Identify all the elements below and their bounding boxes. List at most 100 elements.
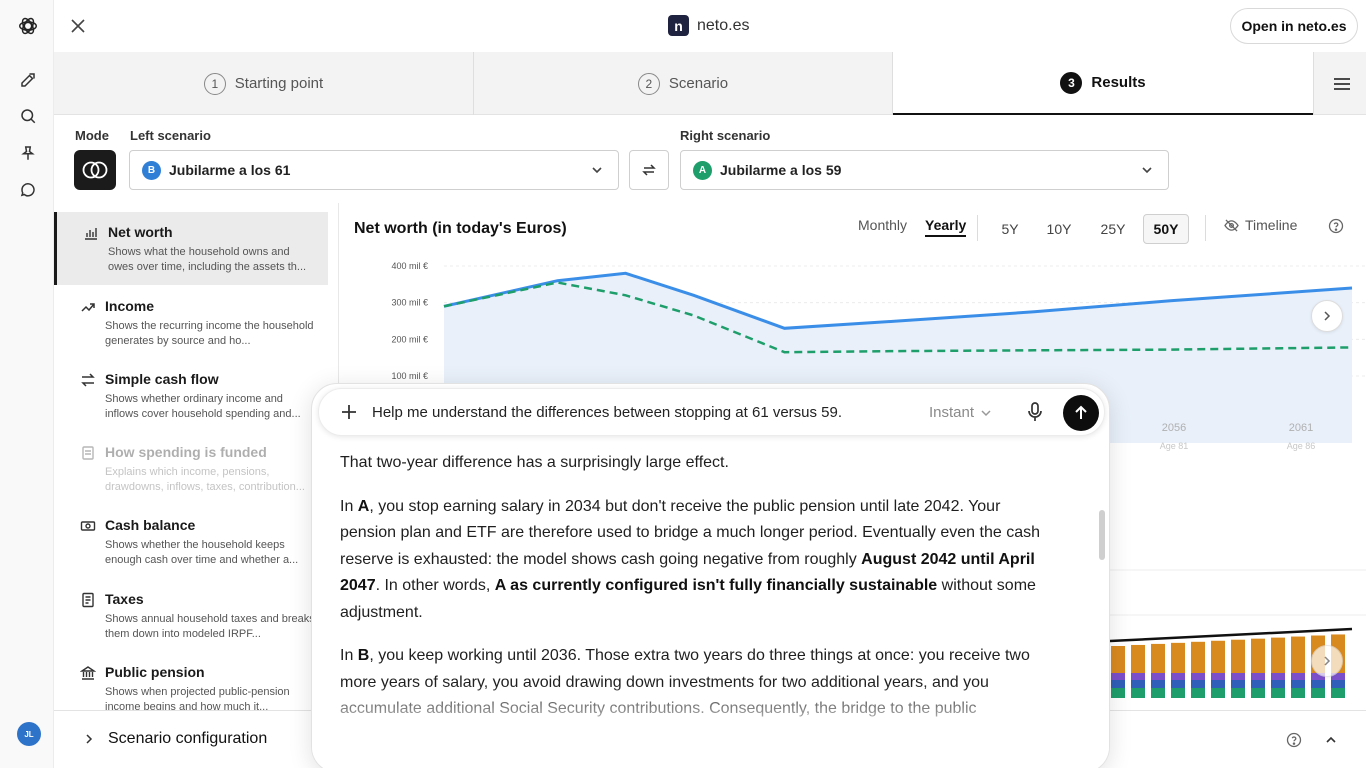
new-chat-icon[interactable] (14, 66, 42, 94)
stacked-bar-segment (1251, 673, 1265, 680)
scenario-configuration-toggle[interactable]: Scenario configuration (84, 730, 267, 748)
metric-title: How spending is funded (105, 444, 267, 460)
open-in-site-button[interactable]: Open in neto.es (1230, 8, 1358, 44)
stacked-bar-segment (1291, 680, 1305, 688)
stacked-bar-segment (1251, 680, 1265, 688)
arrow-up-icon (1075, 405, 1087, 419)
y-tick-label: 300 mil € (391, 298, 428, 308)
y-tick-label: 200 mil € (391, 334, 428, 344)
answer-paragraph-1: That two-year difference has a surprisin… (340, 454, 729, 471)
stacked-bar-segment (1271, 673, 1285, 680)
stacked-bar-segment (1171, 688, 1185, 698)
metric-title: Taxes (105, 591, 144, 607)
stacked-bar-segment (1291, 673, 1305, 680)
mode-compare-button[interactable] (74, 150, 116, 190)
step-number: 3 (1060, 71, 1083, 94)
overlap-circles-icon (82, 161, 108, 179)
left-scenario-select[interactable]: B Jubilarme a los 61 (129, 150, 619, 190)
send-button[interactable] (1063, 395, 1099, 431)
chart-next-button-lower[interactable] (1311, 645, 1343, 677)
stacked-bar-segment (1331, 688, 1345, 698)
chevron-right-icon (1324, 311, 1331, 321)
chevron-down-icon (1142, 167, 1152, 174)
stacked-bar-segment (1311, 688, 1325, 698)
help-icon[interactable] (1286, 732, 1302, 748)
stacked-bar-segment (1231, 673, 1245, 680)
metric-title: Net worth (108, 224, 173, 240)
step-scenario[interactable]: 2 Scenario (474, 52, 892, 115)
chat-scrollbar[interactable] (1099, 510, 1105, 560)
metric-desc: Shows what the household owns and owes o… (108, 246, 307, 273)
metric-title: Public pension (105, 664, 205, 680)
model-mode-select[interactable]: Instant (929, 404, 992, 421)
stacked-bar-segment (1271, 637, 1285, 673)
mode-label: Mode (75, 128, 109, 143)
answer-text: . In other words, (375, 577, 495, 594)
metric-how-spending-is-funded[interactable]: How spending is funded Explains which in… (54, 432, 328, 505)
brand-name: neto.es (697, 16, 750, 34)
step-starting-point[interactable]: 1 Starting point (54, 52, 473, 115)
search-icon[interactable] (14, 102, 42, 130)
stacked-bar-segment (1131, 680, 1145, 688)
stacked-bar-segment (1211, 673, 1225, 680)
chat-bubble-icon[interactable] (14, 176, 42, 204)
metric-title: Income (105, 298, 155, 314)
prompt-text[interactable]: Help me understand the differences betwe… (372, 404, 842, 421)
pin-icon[interactable] (14, 139, 42, 167)
swap-arrows-icon (642, 164, 656, 176)
chevron-up-icon[interactable] (1325, 734, 1337, 746)
chevron-right-icon (1324, 656, 1331, 666)
stacked-bar-segment (1271, 688, 1285, 698)
metric-public-pension[interactable]: Public pension Shows when projected publ… (54, 652, 328, 710)
stacked-bar-segment (1271, 680, 1285, 688)
step-label: Results (1091, 74, 1146, 91)
stacked-bar-segment (1211, 688, 1225, 698)
stacked-bar-segment (1131, 688, 1145, 698)
stacked-bar-segment (1171, 673, 1185, 680)
left-rail: JL (0, 0, 54, 768)
metric-net-worth[interactable]: Net worth Shows what the household owns … (54, 212, 328, 285)
top-bar: n neto.es Open in neto.es (54, 0, 1366, 52)
chat-composer[interactable]: Help me understand the differences betwe… (318, 388, 1105, 436)
metric-simple-cash-flow[interactable]: Simple cash flow Shows whether ordinary … (54, 359, 328, 432)
right-scenario-select[interactable]: A Jubilarme a los 59 (680, 150, 1169, 190)
metric-title: Simple cash flow (105, 371, 219, 387)
answer-text: In (340, 647, 358, 664)
user-avatar[interactable]: JL (17, 722, 41, 746)
chart-next-button[interactable] (1311, 300, 1343, 332)
bank-icon (80, 666, 96, 680)
hamburger-menu-icon[interactable] (1330, 72, 1354, 96)
stacked-bar-segment (1151, 673, 1165, 680)
scenario-configuration-label: Scenario configuration (108, 730, 268, 747)
openai-logo-icon[interactable] (14, 12, 42, 40)
metric-taxes[interactable]: Taxes Shows annual household taxes and b… (54, 579, 328, 652)
step-results[interactable]: 3 Results (893, 52, 1313, 115)
stacked-bar-segment (1191, 688, 1205, 698)
swap-arrows-icon (81, 373, 95, 387)
app-window: JL n neto.es Open in neto.es 1 Starting … (0, 0, 1366, 768)
stacked-bar-segment (1191, 673, 1205, 680)
close-icon[interactable] (66, 14, 90, 38)
plus-icon[interactable] (338, 401, 360, 423)
answer-text: In (340, 497, 358, 515)
stacked-bar-segment (1151, 688, 1165, 698)
scenario-badge-b: B (142, 160, 161, 180)
microphone-icon[interactable] (1024, 401, 1046, 423)
stacked-bar-segment (1251, 688, 1265, 698)
stacked-bar-segment (1171, 680, 1185, 688)
stacked-bar-segment (1291, 636, 1305, 673)
answer-bold: A (357, 497, 370, 515)
metric-desc: Shows the recurring income the household… (105, 320, 314, 347)
metric-income[interactable]: Income Shows the recurring income the ho… (54, 286, 328, 359)
swap-scenarios-button[interactable] (629, 150, 669, 190)
metric-desc: Shows annual household taxes and breaks … (105, 613, 315, 640)
stacked-bar-segment (1111, 673, 1125, 680)
metric-desc: Shows when projected public-pension inco… (105, 686, 290, 710)
stacked-bar-segment (1191, 680, 1205, 688)
stacked-bar-segment (1251, 638, 1265, 673)
stacked-bar-segment (1111, 646, 1125, 673)
stacked-bar-segment (1191, 641, 1205, 673)
metric-cash-balance[interactable]: Cash balance Shows whether the household… (54, 505, 328, 578)
y-tick-label: 400 mil € (391, 261, 428, 271)
step-label: Scenario (668, 75, 729, 92)
